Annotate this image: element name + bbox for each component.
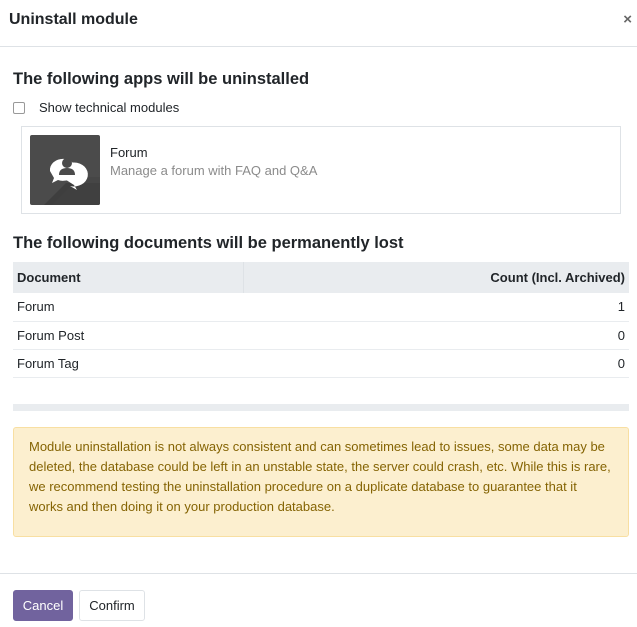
section-divider: [13, 404, 629, 411]
modal-header: Uninstall module ×: [0, 0, 637, 47]
documents-section-title: The following documents will be permanen…: [13, 234, 404, 252]
app-description: Manage a forum with FAQ and Q&A: [110, 163, 318, 178]
document-count-cell: 0: [243, 321, 629, 350]
document-name-cell: Forum: [13, 293, 243, 322]
document-count-cell: 1: [243, 293, 629, 322]
document-count-cell: 0: [243, 349, 629, 378]
show-technical-modules-label[interactable]: Show technical modules: [39, 100, 179, 115]
column-header-count: Count (Incl. Archived): [243, 262, 629, 293]
footer-divider: [0, 573, 637, 574]
show-technical-modules-row[interactable]: Show technical modules: [13, 99, 179, 115]
confirm-button[interactable]: Confirm: [79, 590, 145, 621]
cancel-button[interactable]: Cancel: [13, 590, 73, 621]
table-row: Forum Post 0: [13, 321, 629, 350]
apps-section-title: The following apps will be uninstalled: [13, 70, 310, 88]
documents-table: Document Count (Incl. Archived) Forum 1 …: [13, 262, 629, 378]
table-row: Forum 1: [13, 293, 629, 322]
document-name-cell: Forum Post: [13, 321, 243, 350]
app-name: Forum: [110, 145, 148, 160]
table-header-row: Document Count (Incl. Archived): [13, 262, 629, 293]
document-name-cell: Forum Tag: [13, 349, 243, 378]
app-card-forum: Forum Manage a forum with FAQ and Q&A: [21, 126, 621, 214]
modal-title: Uninstall module: [9, 11, 138, 28]
show-technical-modules-checkbox[interactable]: [13, 102, 25, 114]
close-icon[interactable]: ×: [623, 12, 632, 27]
column-header-document: Document: [13, 262, 244, 293]
forum-chat-bubbles-icon: [30, 135, 100, 205]
warning-text: Module uninstallation is not always cons…: [29, 439, 611, 514]
table-row: Forum Tag 0: [13, 349, 629, 378]
warning-alert: Module uninstallation is not always cons…: [13, 427, 629, 537]
